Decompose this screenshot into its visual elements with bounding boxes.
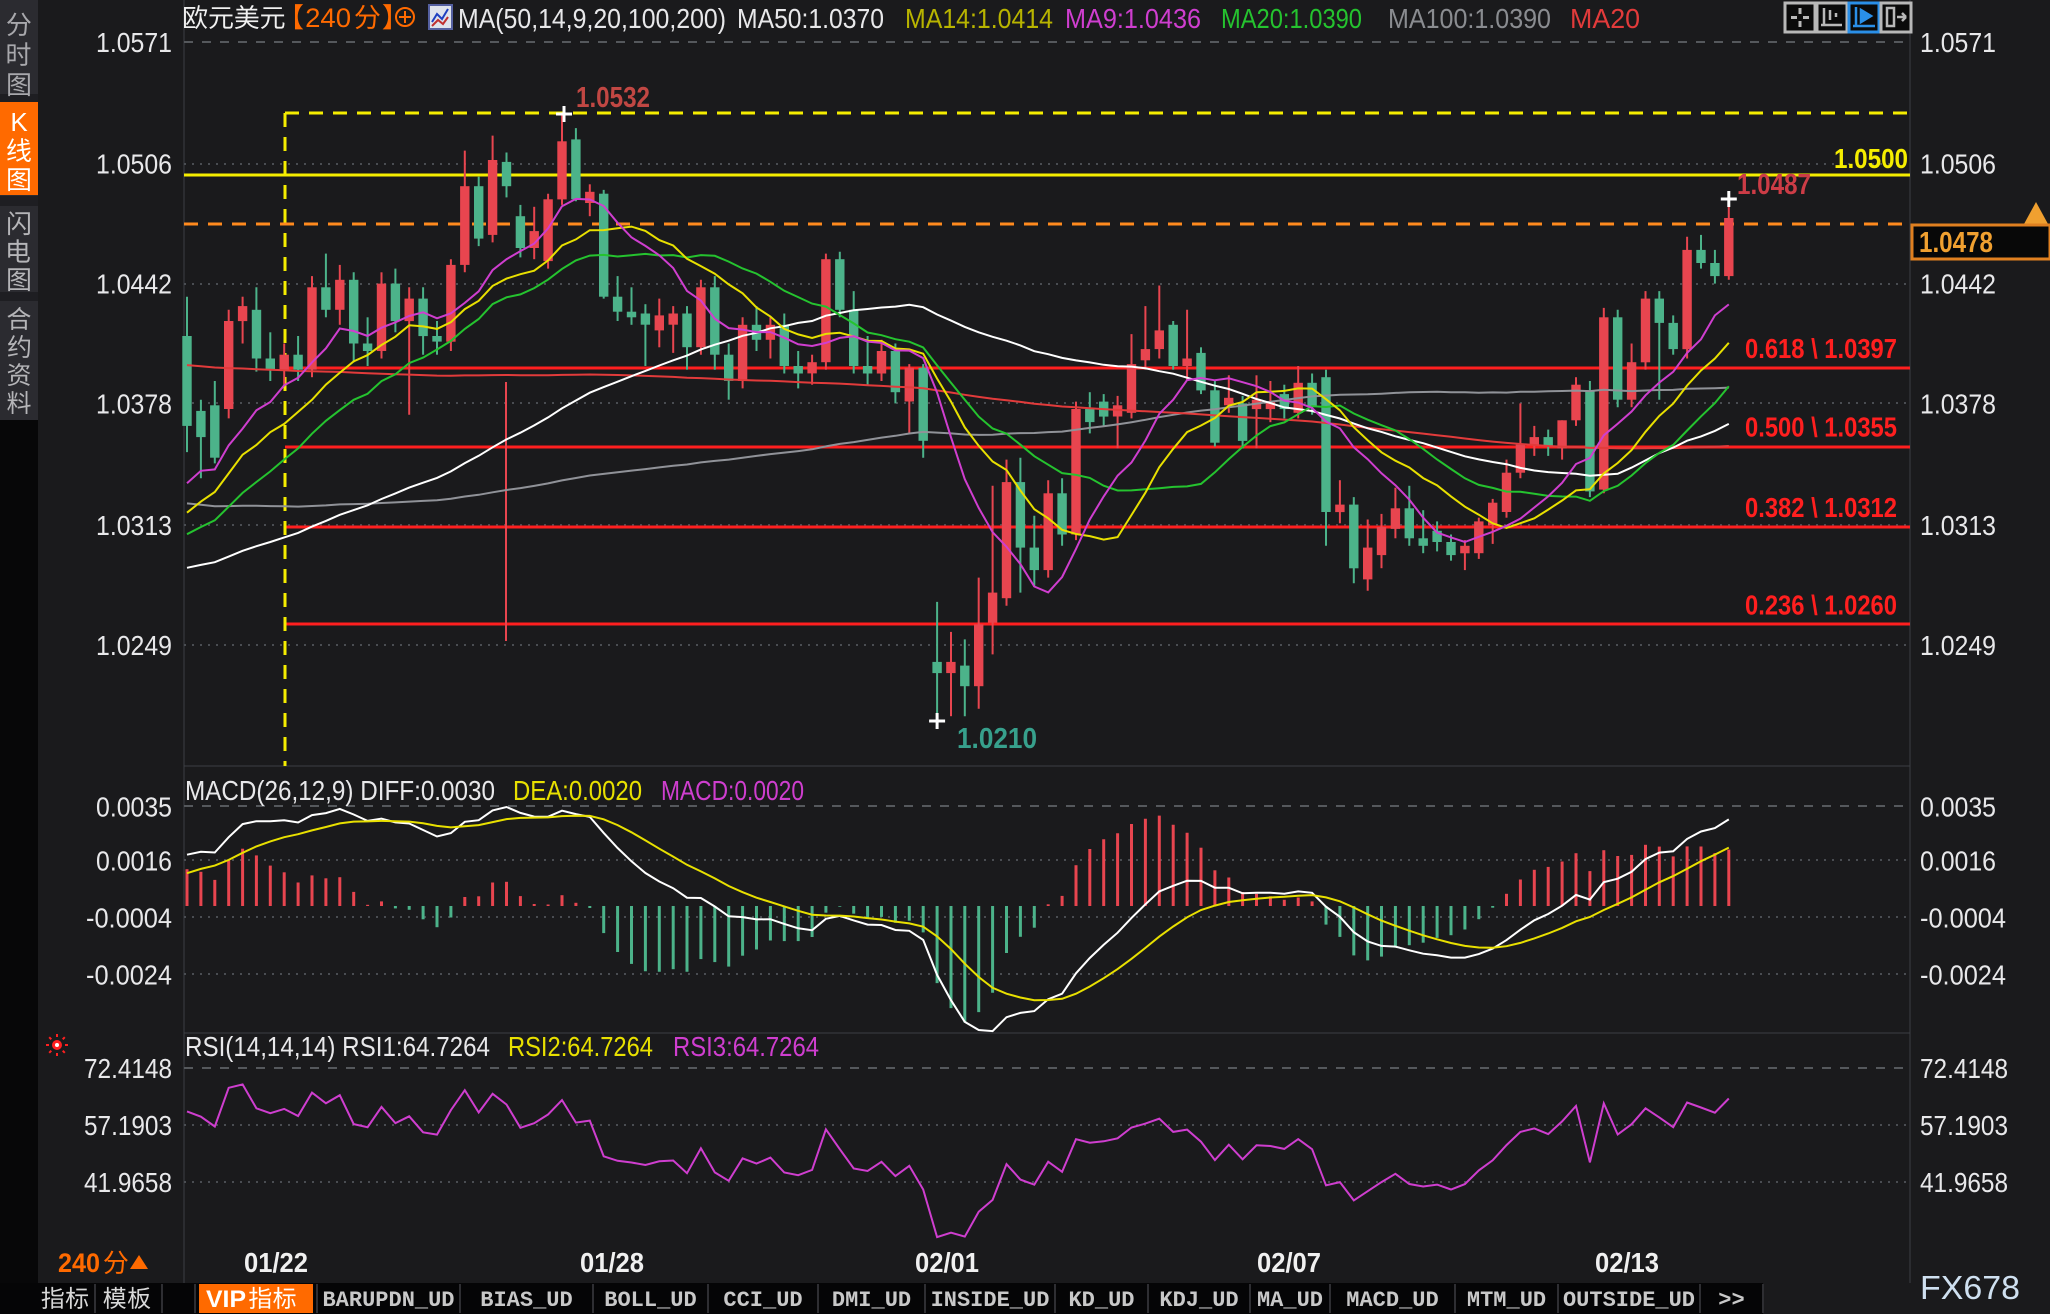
svg-text:FX678: FX678	[1920, 1269, 2020, 1306]
svg-text:1.0249: 1.0249	[1920, 630, 1996, 661]
svg-text:MACD:0.0020: MACD:0.0020	[661, 775, 804, 806]
svg-text:1.0500: 1.0500	[1834, 143, 1908, 174]
svg-text:RSI3:64.7264: RSI3:64.7264	[673, 1031, 819, 1062]
svg-text:MA20: MA20	[1570, 3, 1640, 34]
svg-text:K: K	[10, 107, 28, 137]
svg-text:OUTSIDE_UD: OUTSIDE_UD	[1563, 1288, 1695, 1313]
svg-text:1.0478: 1.0478	[1919, 227, 1993, 259]
svg-text:MA9:1.0436: MA9:1.0436	[1065, 3, 1201, 34]
svg-text:72.4148: 72.4148	[1920, 1053, 2008, 1084]
svg-text:MA50:1.0370: MA50:1.0370	[737, 3, 884, 34]
svg-text:240: 240	[305, 3, 351, 33]
svg-text:MACD_UD: MACD_UD	[1346, 1288, 1438, 1313]
svg-text:DEA:0.0020: DEA:0.0020	[513, 775, 642, 806]
svg-text:0.618 \ 1.0397: 0.618 \ 1.0397	[1745, 333, 1897, 364]
svg-text:1.0571: 1.0571	[1920, 27, 1996, 58]
svg-text:1.0487: 1.0487	[1737, 169, 1811, 201]
svg-text:72.4148: 72.4148	[84, 1053, 172, 1084]
svg-text:-0.0004: -0.0004	[1920, 902, 2006, 933]
svg-text:0.0016: 0.0016	[96, 845, 172, 876]
svg-text:0.0035: 0.0035	[1920, 791, 1996, 822]
svg-text:1.0506: 1.0506	[1920, 149, 1996, 180]
svg-text:0.0016: 0.0016	[1920, 845, 1996, 876]
svg-text:RSI(14,14,14) RSI1:64.7264: RSI(14,14,14) RSI1:64.7264	[185, 1031, 490, 1062]
svg-text:MA_UD: MA_UD	[1257, 1288, 1323, 1313]
svg-text:>>: >>	[1718, 1288, 1744, 1313]
svg-text:41.9658: 41.9658	[84, 1167, 172, 1198]
svg-text:DMI_UD: DMI_UD	[832, 1288, 911, 1313]
svg-text:02/07: 02/07	[1257, 1247, 1321, 1278]
svg-text:0.500 \ 1.0355: 0.500 \ 1.0355	[1745, 412, 1897, 443]
svg-text:MA(50,14,9,20,100,200): MA(50,14,9,20,100,200)	[458, 3, 726, 34]
svg-text:01/22: 01/22	[244, 1247, 308, 1278]
svg-text:-0.0024: -0.0024	[86, 959, 172, 990]
svg-text:0.0035: 0.0035	[96, 791, 172, 822]
svg-text:-0.0024: -0.0024	[1920, 959, 2006, 990]
svg-text:1.0378: 1.0378	[1920, 388, 1996, 419]
svg-text:02/01: 02/01	[915, 1247, 979, 1278]
svg-text:KDJ_UD: KDJ_UD	[1159, 1288, 1238, 1313]
svg-text:1.0249: 1.0249	[96, 630, 172, 661]
svg-text:-0.0004: -0.0004	[86, 902, 172, 933]
svg-text:57.1903: 57.1903	[84, 1110, 172, 1141]
svg-text:1.0506: 1.0506	[96, 149, 172, 180]
svg-text:MACD(26,12,9) DIFF:0.0030: MACD(26,12,9) DIFF:0.0030	[185, 775, 495, 806]
svg-text:0.382 \ 1.0312: 0.382 \ 1.0312	[1745, 492, 1897, 523]
svg-text:01/28: 01/28	[580, 1247, 644, 1278]
svg-text:MTM_UD: MTM_UD	[1467, 1288, 1546, 1313]
svg-text:INSIDE_UD: INSIDE_UD	[931, 1288, 1050, 1313]
svg-text:1.0442: 1.0442	[1920, 269, 1996, 300]
svg-text:41.9658: 41.9658	[1920, 1167, 2008, 1198]
svg-text:RSI2:64.7264: RSI2:64.7264	[508, 1031, 653, 1062]
svg-text:MA14:1.0414: MA14:1.0414	[905, 3, 1053, 34]
svg-text:1.0313: 1.0313	[96, 510, 172, 541]
svg-text:1.0442: 1.0442	[96, 269, 172, 300]
svg-text:57.1903: 57.1903	[1920, 1110, 2008, 1141]
svg-text:MA20:1.0390: MA20:1.0390	[1221, 3, 1362, 34]
svg-text:BIAS_UD: BIAS_UD	[480, 1288, 572, 1313]
svg-text:VIP: VIP	[206, 1286, 246, 1313]
svg-text:KD_UD: KD_UD	[1068, 1288, 1134, 1313]
svg-text:1.0532: 1.0532	[576, 82, 650, 114]
svg-text:BARUPDN_UD: BARUPDN_UD	[322, 1288, 454, 1313]
svg-text:BOLL_UD: BOLL_UD	[604, 1288, 696, 1313]
svg-text:1.0378: 1.0378	[96, 388, 172, 419]
svg-text:240: 240	[58, 1248, 100, 1278]
svg-text:1.0571: 1.0571	[96, 27, 172, 58]
svg-text:02/13: 02/13	[1595, 1247, 1659, 1278]
svg-text:CCI_UD: CCI_UD	[723, 1288, 802, 1313]
svg-text:0.236 \ 1.0260: 0.236 \ 1.0260	[1745, 589, 1897, 620]
svg-text:MA100:1.0390: MA100:1.0390	[1388, 3, 1551, 34]
svg-text:1.0210: 1.0210	[957, 723, 1037, 755]
svg-text:1.0313: 1.0313	[1920, 510, 1996, 541]
